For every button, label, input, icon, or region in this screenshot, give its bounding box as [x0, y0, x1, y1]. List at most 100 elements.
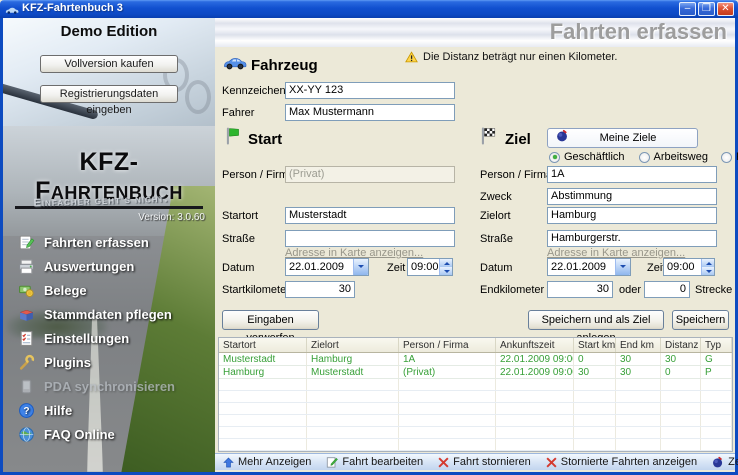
- ziel-datum-combo[interactable]: 22.01.2009: [547, 258, 631, 276]
- sidebar-item-label: Einstellungen: [44, 331, 129, 346]
- ziel-strasse-field[interactable]: Hamburgerstr.: [547, 230, 717, 247]
- empty-row: [219, 415, 732, 427]
- zielort-field[interactable]: Hamburg: [547, 207, 717, 224]
- sidebar-item-faq-online[interactable]: FAQ Online: [18, 422, 211, 446]
- oder-label: oder: [619, 284, 641, 296]
- kennzeichen-label: Kennzeichen: [222, 85, 286, 97]
- endkilometer-label: Endkilometer: [480, 284, 544, 296]
- sidebar-item-fahrten-erfassen[interactable]: Fahrten erfassen: [18, 230, 211, 254]
- table-row[interactable]: Musterstadt Hamburg 1A 22.01.2009 09:00 …: [219, 353, 732, 366]
- pda-icon: [18, 378, 35, 395]
- sidebar-item-plugins[interactable]: Plugins: [18, 350, 211, 374]
- strecke-label: Strecke: [695, 284, 732, 296]
- ziel-person-field[interactable]: 1A: [547, 166, 717, 183]
- start-datum-combo[interactable]: 22.01.2009: [285, 258, 369, 276]
- stornierte-fahrten-anzeigen-button[interactable]: Stornierte Fahrten anzeigen: [546, 456, 697, 468]
- buy-full-version-button[interactable]: Vollversion kaufen: [40, 55, 178, 73]
- ziel-datum-label: Datum: [480, 262, 512, 274]
- sidebar-item-hilfe[interactable]: ? Hilfe: [18, 398, 211, 422]
- maximize-icon: ❐: [702, 3, 711, 14]
- note-pencil-icon: [18, 234, 35, 251]
- radio-arbeitsweg[interactable]: [639, 152, 650, 163]
- fahrt-stornieren-button[interactable]: Fahrt stornieren: [438, 456, 531, 468]
- svg-text:?: ?: [23, 406, 29, 417]
- start-zeit-spinner[interactable]: 09:00: [407, 258, 453, 276]
- ziel-strasse-label: Straße: [480, 233, 513, 245]
- sidebar-item-belege[interactable]: Belege: [18, 278, 211, 302]
- endkilometer-field[interactable]: 30: [547, 281, 613, 298]
- warning-icon: [405, 51, 418, 63]
- window-title: KFZ-Fahrtenbuch 3: [22, 2, 123, 14]
- kennzeichen-field[interactable]: XX-YY 123: [285, 82, 455, 99]
- sidebar: Demo Edition Vollversion kaufen Registri…: [3, 18, 215, 472]
- fahrt-bearbeiten-button[interactable]: Fahrt bearbeiten: [326, 456, 423, 468]
- cell: G: [701, 353, 732, 365]
- green-flag-icon: [225, 126, 240, 151]
- minimize-icon: –: [685, 3, 691, 14]
- sidebar-item-auswertungen[interactable]: Auswertungen: [18, 254, 211, 278]
- cell: Musterstadt: [219, 353, 307, 365]
- startort-field[interactable]: Musterstadt: [285, 207, 455, 224]
- radio-label[interactable]: Geschäftlich: [564, 151, 625, 163]
- app-window: KFZ-Fahrtenbuch 3 – ❐ ✕ Demo Edition Vol…: [0, 0, 738, 475]
- table-row[interactable]: Hamburg Musterstadt (Privat) 22.01.2009 …: [219, 366, 732, 379]
- version-label: Version: 3.0.60: [138, 212, 205, 223]
- globe-pin-icon: [712, 456, 724, 468]
- spin-up-icon[interactable]: [439, 259, 452, 267]
- footer-item-label: Zeige Fahrt in Karte: [728, 456, 738, 468]
- radio-geschaeftlich[interactable]: [549, 152, 560, 163]
- strecke-field[interactable]: 0: [644, 281, 690, 298]
- save-and-ziel-button[interactable]: Speichern und als Ziel anlegen: [528, 310, 664, 330]
- sidebar-item-stammdaten-pflegen[interactable]: Stammdaten pflegen: [18, 302, 211, 326]
- sidebar-item-label: Fahrten erfassen: [44, 235, 149, 250]
- zeige-fahrt-in-karte-button[interactable]: Zeige Fahrt in Karte: [712, 456, 738, 468]
- spin-down-icon[interactable]: [439, 267, 452, 275]
- zweck-field[interactable]: Abstimmung: [547, 188, 717, 205]
- start-strasse-field[interactable]: [285, 230, 455, 247]
- cell: 22.01.2009 09:00: [496, 366, 574, 378]
- col-start-km[interactable]: Start km: [574, 338, 616, 352]
- col-typ[interactable]: Typ: [701, 338, 732, 352]
- col-zielort[interactable]: Zielort: [307, 338, 399, 352]
- cell: 0: [574, 353, 616, 365]
- zweck-label: Zweck: [480, 191, 512, 203]
- chevron-down-icon[interactable]: [353, 259, 368, 275]
- edit-icon: [326, 456, 338, 468]
- sidebar-item-label: Stammdaten pflegen: [44, 307, 172, 322]
- footer-item-label: Stornierte Fahrten anzeigen: [561, 456, 697, 468]
- cell: 30: [616, 366, 661, 378]
- col-person-firma[interactable]: Person / Firma: [399, 338, 496, 352]
- receipts-icon: [18, 282, 35, 299]
- checklist-icon: [18, 330, 35, 347]
- mehr-anzeigen-button[interactable]: Mehr Anzeigen: [223, 456, 311, 468]
- cell: 30: [616, 353, 661, 365]
- sidebar-item-einstellungen[interactable]: Einstellungen: [18, 326, 211, 350]
- spin-up-icon[interactable]: [701, 259, 714, 267]
- start-section-title: Start: [248, 131, 282, 148]
- startkilometer-field[interactable]: 30: [285, 281, 355, 298]
- cell: Musterstadt: [307, 366, 399, 378]
- col-end-km[interactable]: End km: [616, 338, 661, 352]
- col-startort[interactable]: Startort: [219, 338, 307, 352]
- minimize-button[interactable]: –: [679, 2, 696, 16]
- ziel-person-label: Person / Firma: [480, 169, 552, 181]
- fahrer-field[interactable]: Max Mustermann: [285, 104, 455, 121]
- sidebar-item-pda-synchronisieren: PDA synchronisieren: [18, 374, 211, 398]
- radio-privat[interactable]: [721, 152, 732, 163]
- trip-type-radios: Geschäftlich Arbeitsweg Privat: [549, 151, 738, 163]
- meine-ziele-button[interactable]: Meine Ziele: [547, 128, 698, 148]
- sidebar-item-label: FAQ Online: [44, 427, 115, 442]
- start-datum-label: Datum: [222, 262, 254, 274]
- col-ankunftszeit[interactable]: Ankunftszeit: [496, 338, 574, 352]
- radio-label[interactable]: Arbeitsweg: [654, 151, 708, 163]
- maximize-button[interactable]: ❐: [698, 2, 715, 16]
- chevron-down-icon[interactable]: [615, 259, 630, 275]
- save-button[interactable]: Speichern: [672, 310, 729, 330]
- discard-button[interactable]: Eingaben verwerfen: [222, 310, 319, 330]
- spin-down-icon[interactable]: [701, 267, 714, 275]
- enter-registration-button[interactable]: Registrierungsdaten eingeben: [40, 85, 178, 103]
- ziel-zeit-spinner[interactable]: 09:00: [663, 258, 715, 276]
- col-distanz[interactable]: Distanz: [661, 338, 701, 352]
- printer-icon: [18, 258, 35, 275]
- close-button[interactable]: ✕: [717, 2, 734, 16]
